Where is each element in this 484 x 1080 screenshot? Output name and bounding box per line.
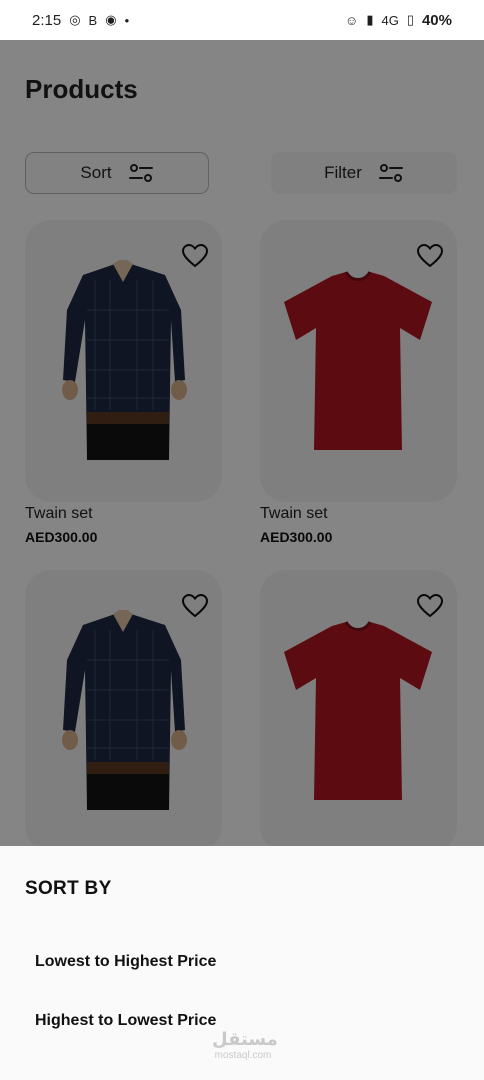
dot-icon: • [124, 12, 130, 28]
watermark: مستقل mostaql.com [212, 1029, 278, 1062]
battery-percent: 40% [421, 11, 452, 29]
sort-option-low-to-high[interactable]: Lowest to Highest Price [35, 953, 216, 971]
watermark-latin: mostaql.com [214, 1050, 272, 1061]
people-icon: ☺ [345, 12, 359, 28]
status-bar-left: 2:15 ◎ B ◉ • [32, 12, 129, 29]
messenger-icon: ◉ [105, 12, 117, 27]
sort-bottom-sheet: SORT BY Lowest to Highest Price Highest … [0, 846, 484, 1080]
status-bar: 2:15 ◎ B ◉ • ☺ ▮ 4G ▯ 40% [0, 0, 484, 40]
battery-icon: ▯ [406, 12, 414, 27]
modal-scrim[interactable] [0, 40, 484, 846]
app-b-icon: B [88, 12, 98, 28]
status-bar-right: ☺ ▮ 4G ▯ 40% [345, 12, 452, 29]
network-type: 4G [381, 12, 399, 28]
clock: 2:15 [32, 11, 62, 29]
signal-icon: ▮ [366, 12, 374, 27]
sheet-title: SORT BY [25, 878, 112, 899]
sort-option-high-to-low[interactable]: Highest to Lowest Price [35, 1012, 216, 1030]
whatsapp-icon: ◎ [69, 12, 81, 27]
watermark-arabic: مستقل [212, 1029, 278, 1050]
